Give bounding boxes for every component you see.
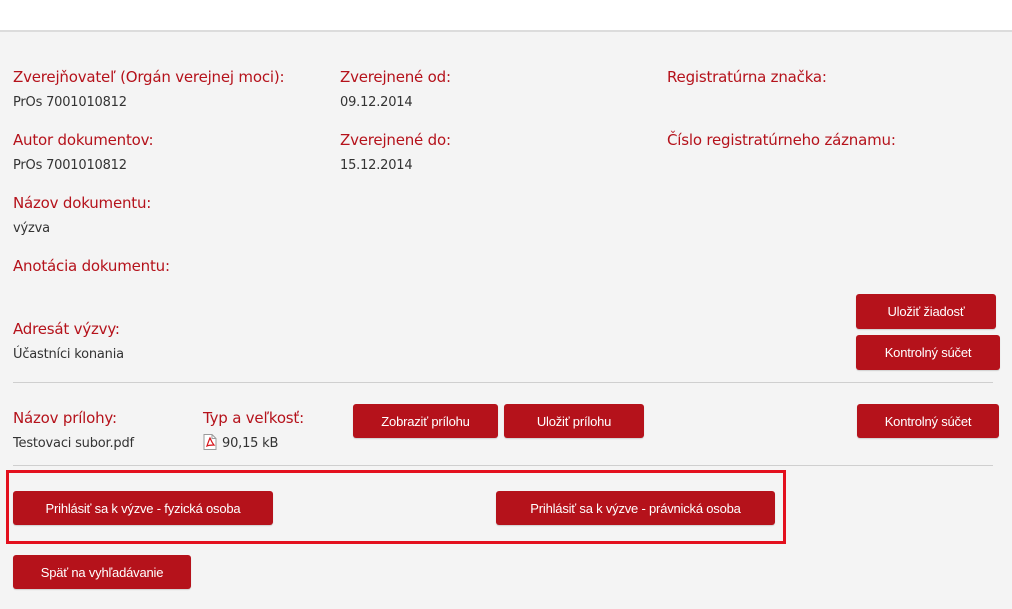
attachment-name-label: Názov prílohy:	[13, 409, 117, 427]
top-bar	[0, 0, 1012, 32]
pdf-icon	[203, 434, 217, 450]
signup-natural-person-button[interactable]: Prihlásiť sa k výzve - fyzická osoba	[13, 491, 273, 525]
addressee-label: Adresát výzvy:	[13, 320, 120, 338]
show-attachment-button[interactable]: Zobraziť prílohu	[353, 404, 498, 438]
publisher-label: Zverejňovateľ (Orgán verejnej moci):	[13, 68, 285, 86]
attachment-name-value: Testovaci subor.pdf	[13, 436, 134, 451]
divider-top	[13, 382, 993, 383]
divider-bottom	[13, 465, 993, 466]
author-label: Autor dokumentov:	[13, 131, 154, 149]
checksum-button[interactable]: Kontrolný súčet	[856, 335, 1000, 370]
author-value: PrOs 7001010812	[13, 158, 127, 173]
addressee-value: Účastníci konania	[13, 347, 124, 362]
attachment-checksum-button[interactable]: Kontrolný súčet	[857, 404, 999, 438]
published-to-value: 15.12.2014	[340, 158, 413, 173]
registry-mark-label: Registratúrna značka:	[667, 68, 827, 86]
attachment-type-label: Typ a veľkosť:	[203, 409, 304, 427]
back-to-search-button[interactable]: Späť na vyhľadávanie	[13, 555, 191, 589]
attachment-size-value: 90,15 kB	[222, 436, 279, 451]
document-name-value: výzva	[13, 221, 50, 236]
registry-record-number-label: Číslo registratúrneho záznamu:	[667, 131, 896, 149]
published-from-label: Zverejnené od:	[340, 68, 451, 86]
signup-legal-person-button[interactable]: Prihlásiť sa k výzve - právnická osoba	[496, 491, 775, 525]
publisher-value: PrOs 7001010812	[13, 95, 127, 110]
save-request-button[interactable]: Uložiť žiadosť	[856, 294, 996, 329]
save-attachment-button[interactable]: Uložiť prílohu	[504, 404, 644, 438]
published-to-label: Zverejnené do:	[340, 131, 451, 149]
document-name-label: Názov dokumentu:	[13, 194, 152, 212]
document-annotation-label: Anotácia dokumentu:	[13, 257, 170, 275]
published-from-value: 09.12.2014	[340, 95, 413, 110]
